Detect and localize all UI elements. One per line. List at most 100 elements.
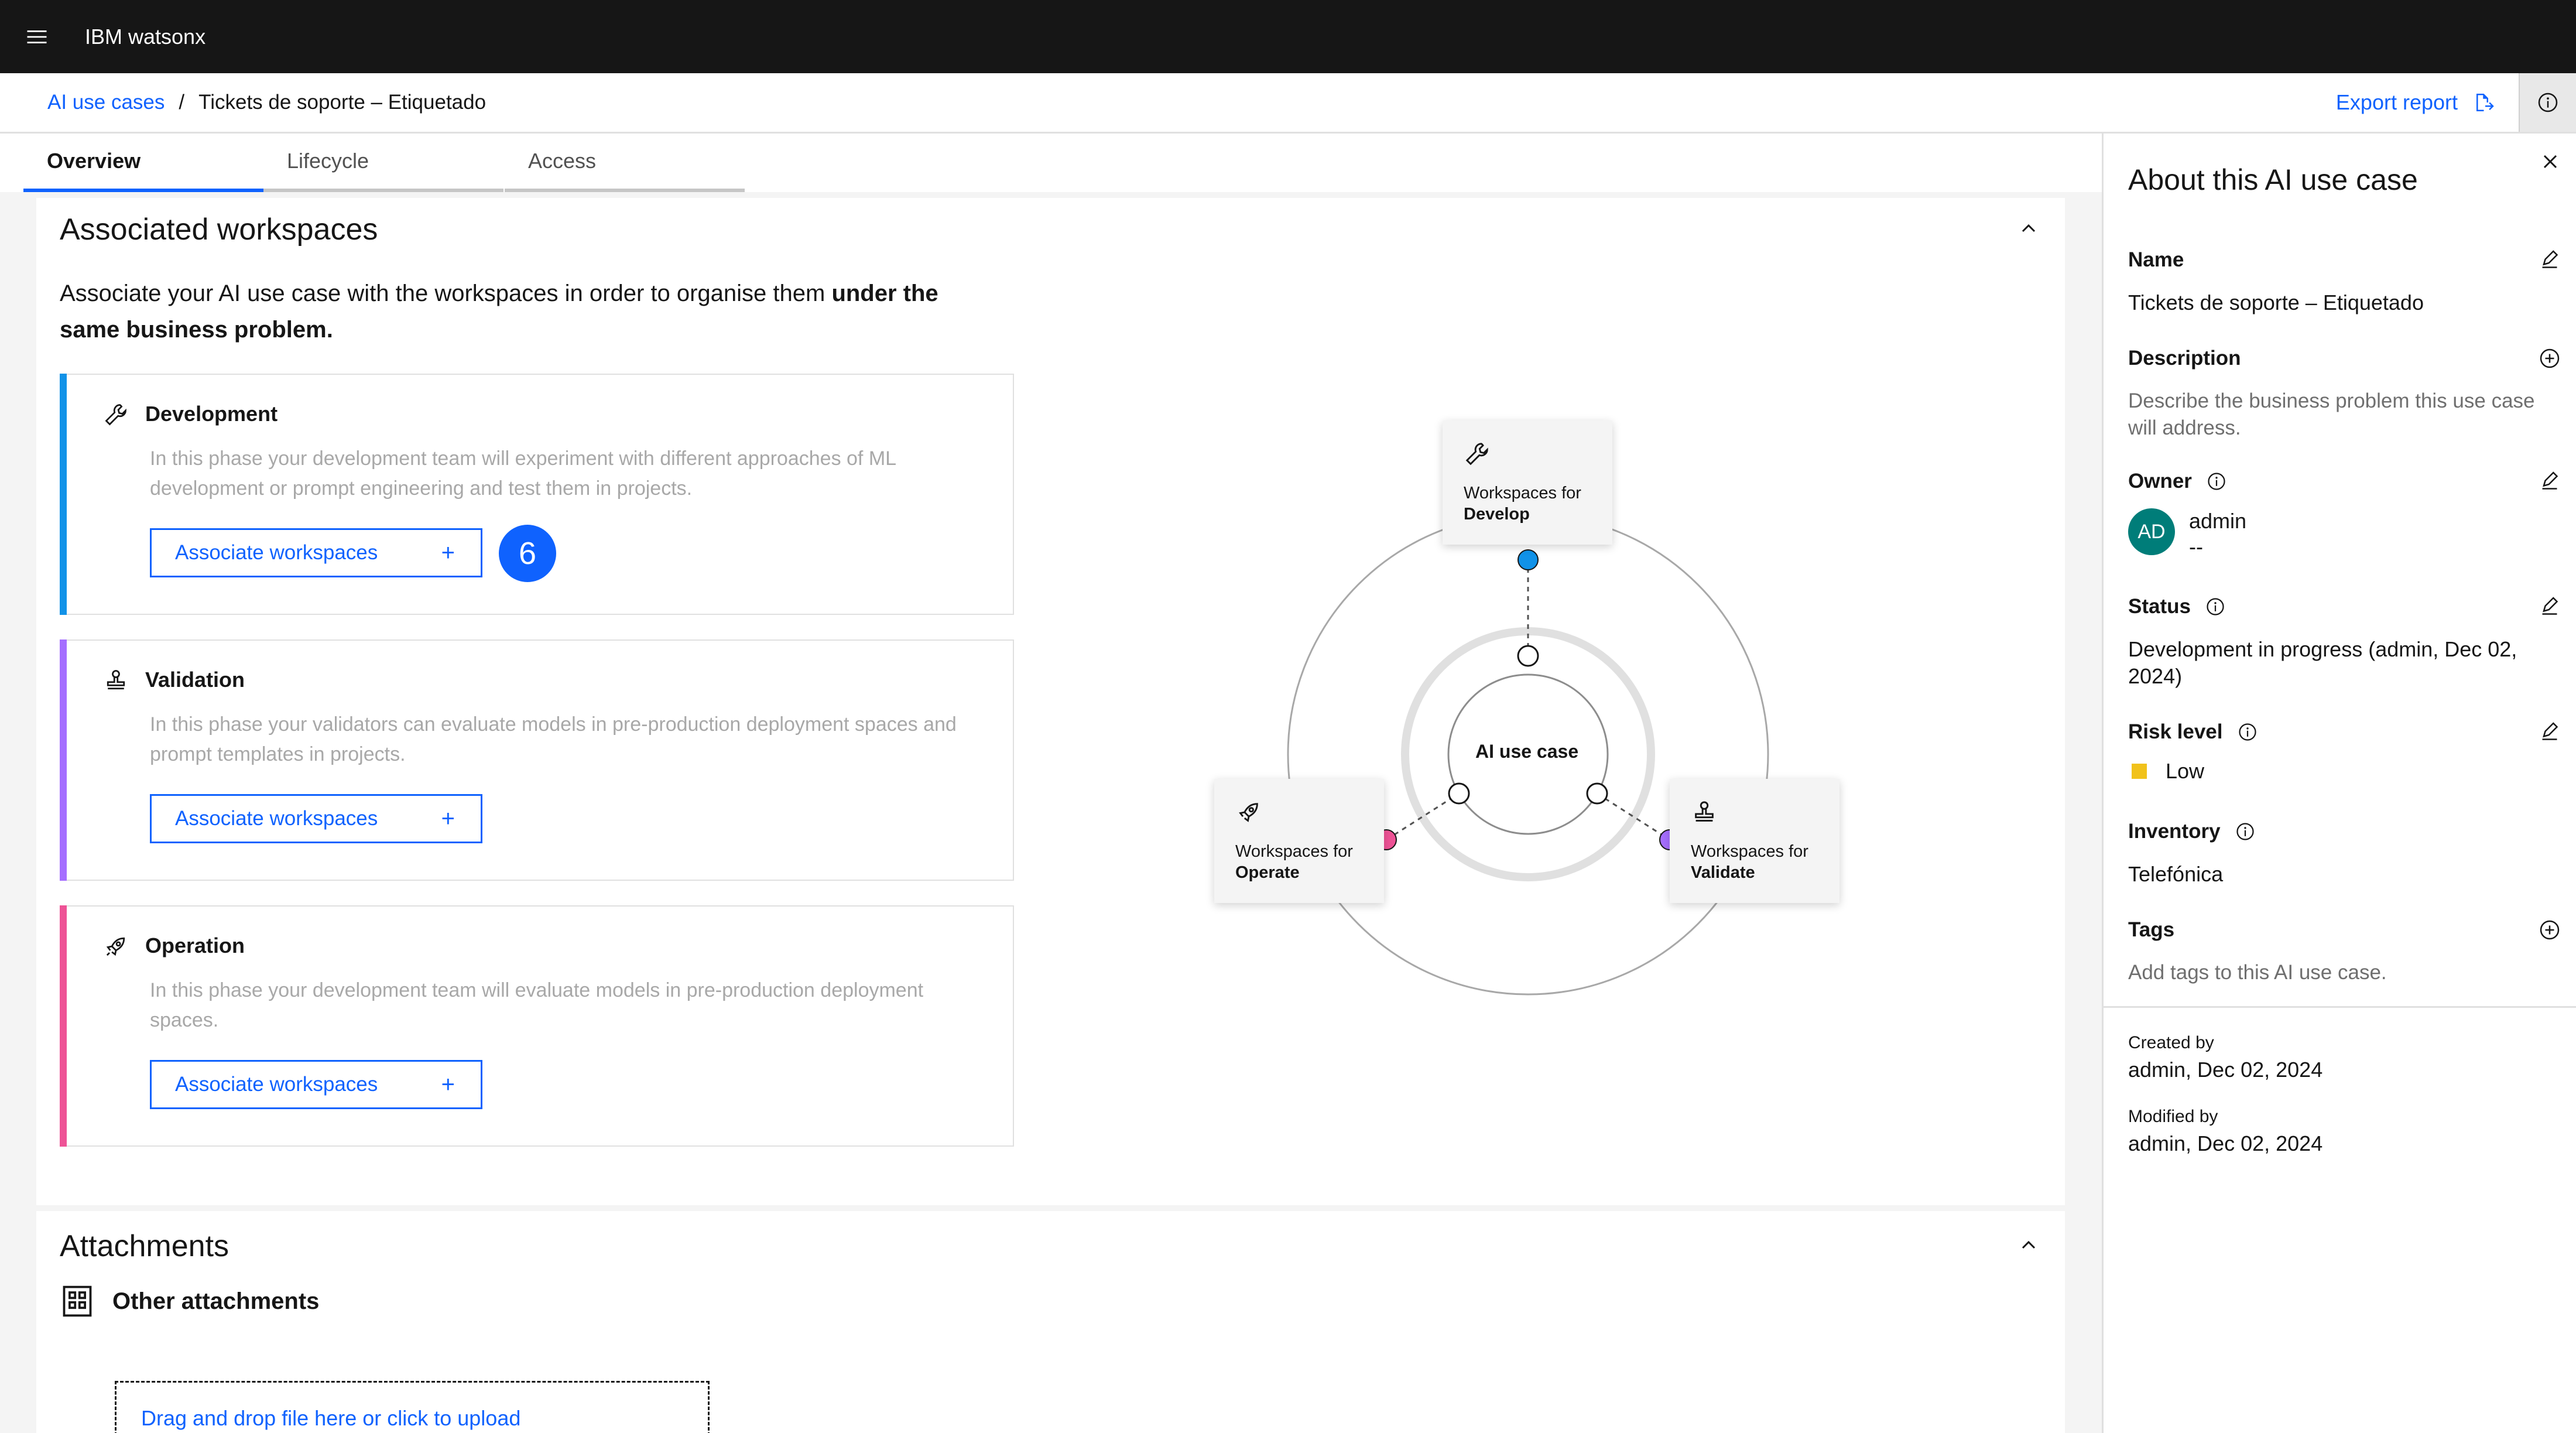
intro-text: Associate your AI use case with the work… (60, 281, 832, 306)
inventory-label: Inventory (2128, 820, 2561, 843)
export-report-button[interactable]: Export report (2336, 73, 2494, 132)
plus-icon: + (441, 1071, 455, 1097)
phase-card-development: Development In this phase your developme… (60, 374, 1014, 615)
diagram-card-line1: Workspaces for (1235, 842, 1353, 861)
diagram-card-line1: Workspaces for (1691, 842, 1808, 861)
associate-workspaces-development-button[interactable]: Associate workspaces + (150, 528, 482, 577)
owner-label-text: Owner (2128, 470, 2192, 493)
name-label-text: Name (2128, 248, 2184, 271)
owner-text: admin -- (2189, 508, 2246, 560)
risk-row: Low (2128, 759, 2561, 784)
plus-icon: + (441, 805, 455, 832)
tags-label: Tags (2128, 918, 2561, 942)
main-content[interactable]: Associated workspaces Associate your AI … (0, 192, 2102, 1433)
associate-button-label: Associate workspaces (175, 1073, 378, 1096)
phase-description: In this phase your development team will… (150, 447, 896, 500)
created-by-label: Created by (2128, 1033, 2214, 1052)
phase-color-bar (60, 374, 67, 615)
owner-field: Owner AD admin -- (2128, 470, 2561, 560)
diagram-card-validate: Workspaces for Validate (1670, 779, 1839, 903)
edit-icon[interactable] (2538, 720, 2561, 744)
info-icon[interactable] (2235, 821, 2256, 842)
file-upload-dropzone[interactable]: Drag and drop file here or click to uplo… (115, 1381, 710, 1433)
tags-field: Tags Add tags to this AI use case. (2128, 918, 2561, 986)
risk-label-text: Risk level (2128, 720, 2223, 743)
diagram-card-line1: Workspaces for (1464, 484, 1581, 502)
attachments-title: Attachments (60, 1229, 229, 1263)
attachment-grid-icon (63, 1285, 92, 1317)
status-label: Status (2128, 595, 2561, 618)
tab-lifecycle[interactable]: Lifecycle (263, 134, 503, 192)
panel-divider (2104, 1006, 2576, 1008)
chevron-up-icon[interactable] (2017, 1233, 2040, 1257)
top-header: IBM watsonx (0, 0, 2576, 73)
hamburger-icon (27, 30, 46, 43)
attachments-section: Attachments Other attachments Drag and d… (36, 1211, 2065, 1433)
owner-label: Owner (2128, 470, 2561, 493)
description-label-text: Description (2128, 347, 2241, 370)
menu-icon[interactable] (0, 0, 73, 73)
diagram-card-line2: Validate (1691, 863, 1755, 882)
name-label: Name (2128, 248, 2561, 272)
phase-card-validation: Validation In this phase your validators… (60, 639, 1014, 881)
phase-description: In this phase your validators can evalua… (150, 713, 957, 765)
step-badge: 6 (499, 525, 556, 582)
associate-workspaces-operation-button[interactable]: Associate workspaces + (150, 1060, 482, 1109)
info-panel-toggle[interactable] (2519, 73, 2576, 132)
diagram-card-develop: Workspaces for Develop (1443, 420, 1612, 545)
phase-color-bar (60, 639, 67, 881)
close-icon[interactable] (2539, 150, 2562, 173)
modified-by-value: admin, Dec 02, 2024 (2128, 1131, 2323, 1155)
about-panel: About this AI use case Name Tickets de s… (2102, 134, 2576, 1433)
other-attachments-label: Other attachments (112, 1288, 320, 1314)
edit-icon[interactable] (2538, 595, 2561, 618)
phase-description: In this phase your development team will… (150, 979, 924, 1031)
stamp-icon (1695, 801, 1714, 822)
description-field: Description Describe the business proble… (2128, 347, 2561, 442)
chevron-up-icon[interactable] (2017, 217, 2040, 240)
created-by-value: admin, Dec 02, 2024 (2128, 1058, 2323, 1082)
info-icon[interactable] (2237, 721, 2258, 743)
status-value: Development in progress (admin, Dec 02, … (2128, 637, 2517, 688)
associate-workspaces-validation-button[interactable]: Associate workspaces + (150, 794, 482, 843)
plus-icon: + (441, 539, 455, 566)
edit-icon[interactable] (2538, 470, 2561, 493)
avatar: AD (2128, 508, 2175, 555)
tags-placeholder: Add tags to this AI use case. (2128, 961, 2387, 984)
modified-by-label: Modified by (2128, 1107, 2218, 1126)
phase-title: Operation (145, 933, 245, 957)
brand-name[interactable]: IBM watsonx (85, 25, 205, 49)
tab-overview[interactable]: Overview (23, 134, 263, 192)
description-placeholder: Describe the business problem this use c… (2128, 389, 2535, 439)
inventory-field: Inventory Telefónica (2128, 820, 2561, 888)
risk-label: Risk level (2128, 720, 2561, 744)
wrench-icon (105, 404, 126, 426)
tab-overview-label: Overview (47, 149, 141, 173)
edit-icon[interactable] (2538, 248, 2561, 272)
diagram-card-line2: Operate (1235, 863, 1300, 882)
add-circle-icon[interactable] (2538, 918, 2561, 942)
associated-workspaces-section: Associated workspaces Associate your AI … (36, 198, 2065, 1205)
tags-label-text: Tags (2128, 918, 2175, 941)
status-label-text: Status (2128, 595, 2191, 618)
risk-level-field: Risk level Low (2128, 720, 2561, 784)
inventory-label-text: Inventory (2128, 820, 2221, 843)
tab-access-label: Access (528, 149, 597, 173)
add-circle-icon[interactable] (2538, 347, 2561, 370)
breadcrumb-ai-use-cases-link[interactable]: AI use cases (47, 91, 165, 114)
tab-lifecycle-label: Lifecycle (287, 149, 369, 173)
name-value: Tickets de soporte – Etiquetado (2128, 290, 2424, 314)
diagram-center-label: AI use case (1475, 741, 1579, 762)
info-icon[interactable] (2206, 471, 2227, 492)
phase-title: Validation (145, 668, 245, 692)
description-label: Description (2128, 347, 2561, 370)
info-icon[interactable] (2205, 596, 2226, 617)
workspaces-intro: Associate your AI use case with the work… (60, 275, 996, 348)
tab-access[interactable]: Access (505, 134, 745, 192)
breadcrumb: AI use cases / Tickets de soporte – Etiq… (47, 73, 486, 132)
associate-button-label: Associate workspaces (175, 541, 378, 564)
owner-row: AD admin -- (2128, 508, 2561, 560)
rocket-icon (1239, 803, 1258, 822)
tab-list: Overview Lifecycle Access (0, 134, 2102, 192)
rocket-icon (106, 937, 125, 956)
